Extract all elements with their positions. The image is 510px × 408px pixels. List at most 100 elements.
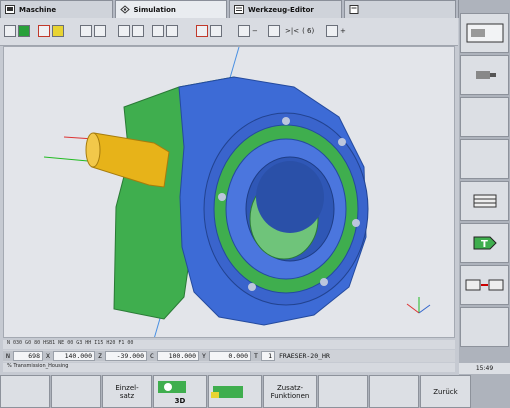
tool-display-icon (211, 385, 243, 398)
tab-simulation[interactable]: Simulation (114, 0, 227, 18)
n-value: 698 (13, 351, 43, 361)
t-label: T (251, 351, 261, 361)
tool-editor-icon (234, 5, 244, 14)
tab-document[interactable] (343, 0, 456, 18)
minus-icon[interactable]: − (252, 27, 258, 35)
machine-view-icon (466, 23, 503, 43)
z-label: Z (95, 351, 105, 361)
bolt-hole (338, 138, 346, 146)
c-value: 100.000 (157, 351, 199, 361)
x-value: 140.000 (53, 351, 95, 361)
zusatz-label: Zusatz- Funktionen (270, 383, 310, 400)
document-icon (349, 5, 358, 14)
y-label: Y (199, 351, 209, 361)
nc-block-line: N 030 G0 80 HSB1 NE 00 G3 HH I15 H20 F1 … (3, 340, 455, 349)
3d-viewport[interactable] (3, 46, 455, 338)
tool-display-icon[interactable] (152, 25, 164, 37)
toolbar-group-tool (152, 24, 180, 38)
table-icon (473, 194, 496, 208)
tool-path-icon[interactable] (166, 25, 178, 37)
bolt-hole (248, 283, 256, 291)
bolt-hole (282, 117, 290, 125)
toolbar-group-views (118, 24, 146, 38)
toolbar-group-cut (196, 24, 224, 38)
zurueck-button[interactable]: Zurück (420, 375, 471, 408)
bolt-hole (352, 219, 360, 227)
globe-icon[interactable] (132, 25, 144, 37)
plus-icon[interactable]: + (340, 27, 346, 35)
vertical-softkey-bar: T (459, 0, 510, 375)
bolt-hole (320, 278, 328, 286)
window-icon[interactable] (80, 25, 92, 37)
cut-view-icon[interactable] (196, 25, 208, 37)
sidebar-button-8[interactable] (460, 307, 509, 347)
clock: 15:49 (459, 363, 510, 374)
sidebar-button-4[interactable] (460, 139, 509, 179)
tool-end (85, 132, 101, 168)
simulation-toolbar: − >|< ( 6) + (0, 18, 458, 46)
zusatz-funktionen-button[interactable]: Zusatz- Funktionen (263, 375, 317, 408)
play-icon[interactable] (18, 25, 30, 37)
3d-scene (43, 47, 431, 337)
zoom-out-icon[interactable] (238, 25, 250, 37)
bolt-hole (218, 193, 226, 201)
sidebar-button-3[interactable] (460, 97, 509, 137)
table-view-button[interactable] (460, 181, 509, 221)
single-block-icon[interactable] (38, 25, 50, 37)
3d-view-icon (158, 380, 186, 393)
tool-name: FRAESER-20_HR (279, 352, 330, 360)
tab-werkzeug-editor[interactable]: Werkzeug-Editor (229, 0, 342, 18)
softkey-1[interactable] (0, 375, 50, 408)
toolbar-group-zoom: − (238, 24, 258, 38)
zoom-icon[interactable] (94, 25, 106, 37)
tab-label: Simulation (133, 5, 176, 14)
tab-maschine[interactable]: Maschine (0, 0, 113, 18)
x-label: X (43, 351, 53, 361)
coordinate-triad (406, 297, 431, 314)
toolbar-group-view (80, 24, 108, 38)
zoom-in-icon[interactable] (326, 25, 338, 37)
horizontal-softkey-bar: Einzel- satz 3D Zusatz- Funktionen Zurüc… (0, 375, 510, 408)
y-value: 0.000 (209, 351, 251, 361)
zurueck-label: Zurück (433, 387, 458, 396)
spindle-icon (475, 71, 496, 79)
section-icon[interactable] (210, 25, 222, 37)
spindle-view-button[interactable] (460, 55, 509, 95)
display-text: >|< (285, 27, 300, 35)
toolbar-group-display: >|< ( 6) (268, 24, 314, 38)
softkey-7[interactable] (318, 375, 368, 408)
zw-icon (465, 279, 503, 291)
tab-label: Werkzeug-Editor (248, 5, 314, 14)
t-value: 1 (261, 351, 275, 361)
toolbar-group-plus: + (326, 24, 346, 38)
display-mode-icon[interactable] (268, 25, 280, 37)
position-readout: N 698 X 140.000 Z -39.000 C 100.000 Y 0.… (3, 350, 455, 362)
view-toggle-button[interactable] (460, 13, 509, 53)
cnc-simulation-screen: Maschine Simulation Werkzeug-Editor − >|… (0, 0, 510, 408)
einzelsatz-label: Einzel- satz (115, 383, 139, 400)
tab-label: Maschine (19, 5, 57, 14)
bore-shadow (256, 161, 324, 233)
tool-display-softkey[interactable] (208, 375, 262, 408)
softkey-8[interactable] (369, 375, 419, 408)
program-name: % Transmission_Housing (3, 363, 455, 372)
simulation-icon (119, 5, 130, 14)
counter: ( 6) (302, 27, 315, 35)
3d-label: 3D (174, 396, 186, 405)
einzelsatz-button[interactable]: Einzel- satz (102, 375, 152, 408)
toolbar-group-single-step (38, 24, 66, 38)
grid-view-icon[interactable] (118, 25, 130, 37)
stop-icon[interactable] (52, 25, 64, 37)
n-label: N (3, 351, 13, 361)
3d-view-button[interactable]: 3D (153, 375, 207, 408)
z-value: -39.000 (105, 351, 147, 361)
tool-display-button[interactable]: T (460, 223, 509, 263)
machine-icon (5, 5, 15, 14)
tool-t-icon: T (473, 236, 497, 250)
svg-text:T: T (481, 239, 488, 250)
zw-transfer-button[interactable] (460, 265, 509, 305)
grid-icon[interactable] (4, 25, 16, 37)
toolbar-group-playback (4, 24, 32, 38)
softkey-2[interactable] (51, 375, 101, 408)
tab-bar: Maschine Simulation Werkzeug-Editor (0, 0, 460, 18)
